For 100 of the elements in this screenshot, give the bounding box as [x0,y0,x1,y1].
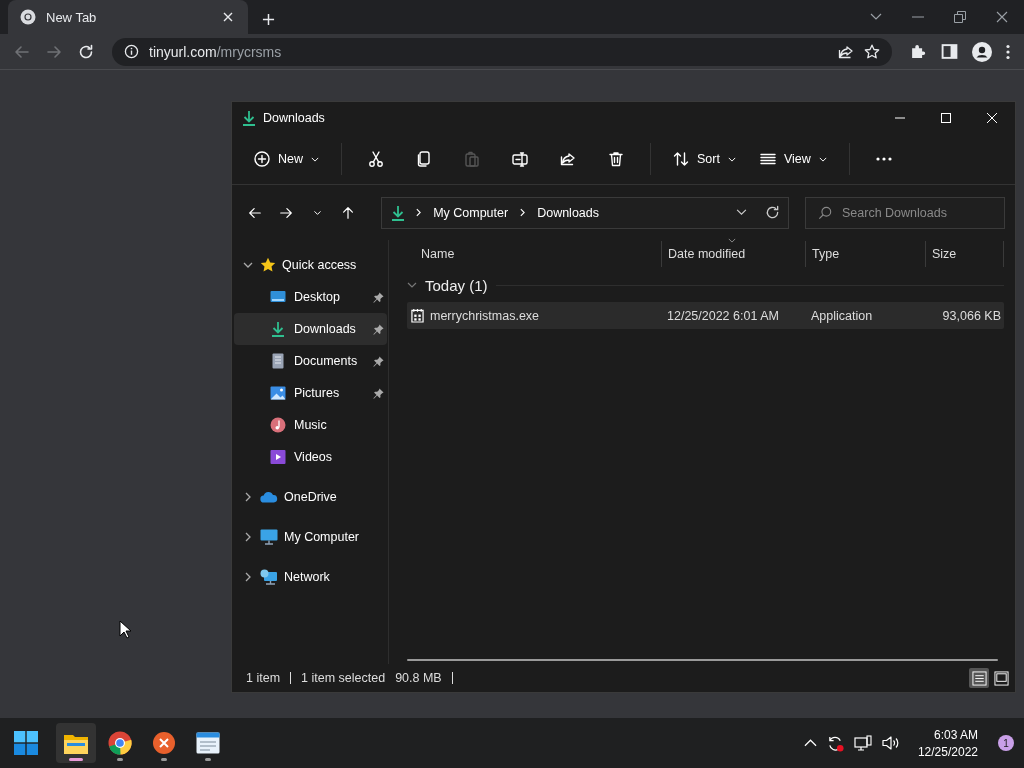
download-icon [390,204,407,221]
table-cell-text: 12/25/2022 6:01 AM [666,308,780,323]
sidebar-item[interactable]: Pictures [234,377,387,409]
lines-icon [759,151,776,167]
selection-info: 1 item selected [301,671,386,685]
sidebar-item[interactable]: Desktop [234,281,387,313]
dots-icon [875,157,892,161]
close-icon [987,113,997,123]
column-header[interactable]: Size [925,241,1004,267]
speaker-icon[interactable] [881,735,900,751]
scissors-icon [368,151,384,167]
back-arrow-icon [247,205,262,220]
address-bar[interactable]: My Computer Downloads [381,196,789,229]
sidebar-item[interactable]: My Computer [234,521,387,553]
details-view-button[interactable] [969,668,989,688]
cloud-icon [260,491,278,503]
download-icon [270,321,286,337]
clipboard-icon [464,151,480,167]
pin-icon[interactable] [373,355,384,367]
rename-icon [512,151,528,167]
restore-icon[interactable] [954,11,966,23]
table-cell: merrychristmas.exe [430,308,540,323]
chevron-down-icon[interactable] [870,13,882,21]
window-title: Downloads [263,111,325,125]
sync-error-icon[interactable] [826,734,844,752]
address-bar[interactable]: tinyurl.com/mrycrsms [112,37,892,66]
sidebar-item[interactable]: Videos [234,441,387,473]
sidebar-item[interactable]: Network [234,561,387,593]
folder-icon [64,732,88,754]
sidebar-item[interactable]: OneDrive [234,481,387,513]
chrome-icon [108,731,132,755]
notification-badge[interactable]: 1 [998,735,1014,751]
chevron-right-icon[interactable] [245,572,251,582]
sort-button[interactable]: Sort [665,142,744,176]
chevron-down-icon[interactable] [736,209,747,216]
chevron-right-icon[interactable] [245,492,251,502]
reload-icon[interactable] [78,43,94,60]
application-file-icon [411,308,424,323]
chevron-up-icon[interactable] [803,739,817,747]
puzzle-icon[interactable] [910,43,927,60]
pin-icon[interactable] [373,291,384,303]
document-icon [270,353,286,369]
column-header[interactable]: Date modified [661,241,805,267]
caret-icon [727,156,736,162]
column-header[interactable]: Name [407,241,661,267]
desktop-icon [270,289,286,305]
view-button[interactable]: View [751,142,835,176]
side-panel-icon[interactable] [941,43,958,60]
taskbar-clock[interactable]: 6:03 AM 12/25/2022 [917,727,978,759]
up-arrow-icon [341,205,356,220]
chevron-down-icon[interactable] [243,262,253,268]
search-box[interactable]: Search Downloads [805,196,1005,229]
forward-arrow-icon [278,205,293,220]
pin-icon[interactable] [373,323,384,335]
chevron-right-icon [416,208,422,217]
chrome-logo-icon [20,9,36,25]
chevron-down-icon[interactable] [407,282,417,288]
copy-icon [416,151,432,167]
notepad-icon [196,732,220,754]
details-view-icon [971,670,987,686]
share-icon [560,151,576,167]
group-header[interactable]: Today (1) [425,276,488,294]
taskbar-app[interactable] [56,723,96,763]
download-icon [241,110,257,126]
table-cell-text: 93,066 KB [941,308,1002,323]
search-field[interactable]: Search Downloads [842,205,992,220]
column-header[interactable]: Type [805,241,925,267]
new-button[interactable]: New [246,142,327,176]
new-tab-icon[interactable] [262,13,275,26]
browser-tab[interactable]: New Tab [8,0,248,34]
network-icon [260,569,278,585]
selection-size: 90.8 MB [395,671,442,685]
maximize-icon [941,113,951,123]
refresh-icon[interactable] [765,205,780,220]
profile-icon[interactable] [972,41,992,62]
sidebar-item[interactable]: Downloads [234,313,387,345]
file-row[interactable]: merrychristmas.exe 12/25/2022 6:01 AM Application 93,066 KB [407,302,1004,329]
windows-logo-icon [14,731,38,755]
breadcrumb-item[interactable]: My Computer [431,200,511,225]
sidebar-item[interactable]: Documents [234,345,387,377]
star-icon[interactable] [864,43,880,60]
close-icon[interactable] [996,11,1008,23]
menu-icon[interactable] [1006,43,1010,60]
sidebar-item[interactable]: Music [234,409,387,441]
breadcrumb-item[interactable]: Downloads [535,200,601,225]
star-icon [260,257,276,273]
info-icon[interactable] [124,44,139,59]
pin-icon[interactable] [373,387,384,399]
scrollbar[interactable] [407,659,998,661]
video-icon [270,449,286,465]
sidebar-item[interactable]: Quick access [234,249,387,281]
chevron-right-icon[interactable] [245,532,251,542]
monitor-icon [260,529,278,545]
chevron-right-icon [520,208,526,217]
music-icon [270,417,286,433]
close-circle-icon [152,731,176,755]
preview-view-icon [993,670,1009,686]
item-count: 1 item [246,671,281,685]
preview-view-button[interactable] [991,668,1011,688]
network-monitor-icon[interactable] [853,735,872,751]
